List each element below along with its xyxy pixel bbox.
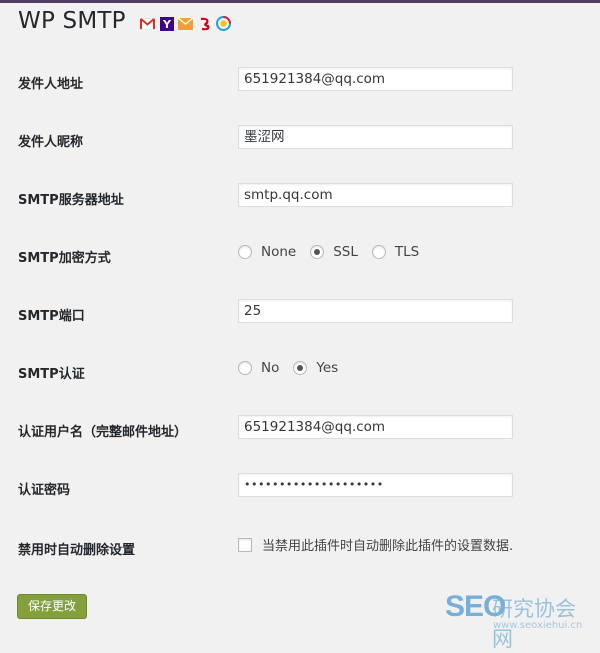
secure-tls-label: TLS [394,244,420,260]
auth-no-label: No [261,360,280,376]
outlook-icon [178,16,193,31]
from-name-label: 发件人昵称 [18,135,84,150]
smtp-auth-label: SMTP认证 [18,367,85,382]
smtp-secure-label: SMTP加密方式 [18,251,111,266]
provider-icons: Y [140,16,231,31]
qq-mail-icon [216,16,231,31]
secure-option-none[interactable]: None [238,244,296,260]
svg-text:Y: Y [162,18,172,31]
top-border [0,0,600,3]
secure-option-tls[interactable]: TLS [371,244,420,260]
auth-no-radio[interactable] [238,361,252,375]
delete-settings-checkbox-label: 当禁用此插件时自动删除此插件的设置数据. [262,539,514,554]
delete-settings-checkbox[interactable] [238,537,252,552]
smtp-port-input[interactable] [238,299,513,323]
gmail-icon [140,16,155,31]
yahoo-icon: Y [159,16,174,31]
password-input[interactable] [238,473,513,497]
from-address-input[interactable] [238,67,513,91]
password-label: 认证密码 [18,483,71,498]
watermark-url: www.seoxiehui.cn [493,620,583,631]
auth-yes-radio[interactable] [293,361,308,375]
smtp-secure-radio-group: None SSL TLS [238,244,433,260]
secure-ssl-radio[interactable] [310,245,325,259]
row-smtp-auth: SMTP认证 No Yes [0,357,600,387]
delete-settings-option[interactable]: 当禁用此插件时自动删除此插件的设置数据. [238,535,513,554]
page-title: WP SMTP [18,8,126,34]
save-button[interactable]: 保存更改 [17,594,88,619]
row-delete-settings: 禁用时自动删除设置 当禁用此插件时自动删除此插件的设置数据. [0,533,600,563]
smtp-port-label: SMTP端口 [18,309,85,324]
from-name-input[interactable] [238,125,513,149]
row-password: 认证密码 [0,473,600,503]
auth-option-yes[interactable]: Yes [293,360,338,376]
watermark-logo: SEO 研究协会网 www.seoxiehui.cn [445,590,595,651]
row-from-address: 发件人地址 [0,67,600,97]
username-label: 认证用户名（完整邮件地址） [18,425,188,440]
delete-settings-label: 禁用时自动删除设置 [18,543,136,558]
row-smtp-secure: SMTP加密方式 None SSL TLS [0,241,600,271]
secure-option-ssl[interactable]: SSL [310,244,358,260]
from-address-label: 发件人地址 [18,77,84,92]
row-smtp-host: SMTP服务器地址 [0,183,600,213]
smtp-auth-radio-group: No Yes [238,360,352,376]
secure-ssl-label: SSL [333,244,358,260]
row-username: 认证用户名（完整邮件地址） [0,415,600,445]
secure-tls-radio[interactable] [371,245,386,259]
row-from-name: 发件人昵称 [0,125,600,155]
auth-yes-label: Yes [316,360,339,376]
secure-none-radio[interactable] [238,245,252,259]
smtp-host-input[interactable] [238,183,513,207]
auth-option-no[interactable]: No [238,360,279,376]
secure-none-label: None [261,244,297,260]
username-input[interactable] [238,415,513,439]
163-mail-icon [197,16,212,31]
row-smtp-port: SMTP端口 [0,299,600,329]
smtp-host-label: SMTP服务器地址 [18,193,124,208]
